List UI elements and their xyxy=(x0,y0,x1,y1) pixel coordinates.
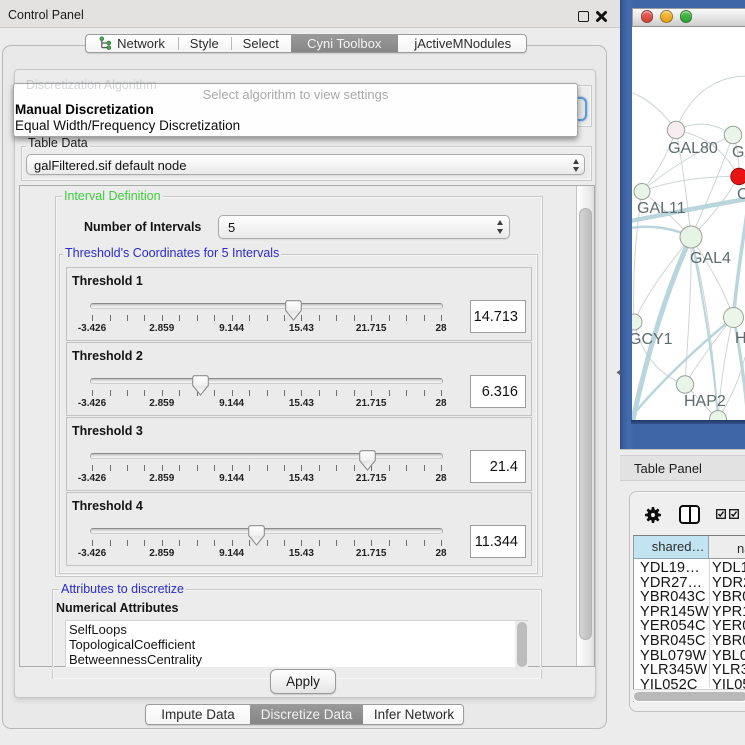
svg-text:GCY1: GCY1 xyxy=(632,331,673,348)
svg-text:HA: HA xyxy=(735,330,745,347)
svg-text:HAP2: HAP2 xyxy=(684,393,726,410)
svg-text:GAL4: GAL4 xyxy=(690,250,731,267)
svg-text:GAL80: GAL80 xyxy=(668,140,718,157)
svg-text:CY: CY xyxy=(737,186,745,203)
svg-text:GA: GA xyxy=(732,144,745,161)
svg-text:GAL11: GAL11 xyxy=(637,200,686,217)
